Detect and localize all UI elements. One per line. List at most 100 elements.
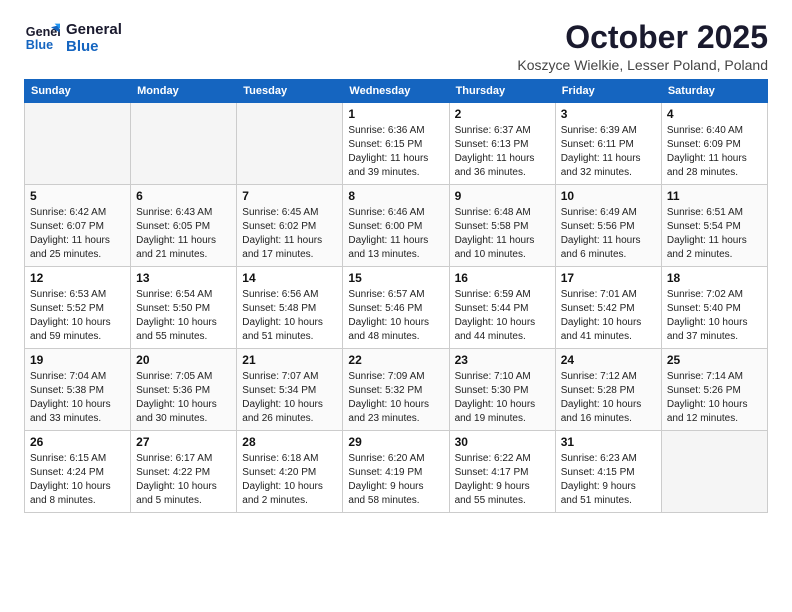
calendar-cell: [237, 103, 343, 185]
day-number: 23: [455, 353, 550, 367]
calendar: SundayMondayTuesdayWednesdayThursdayFrid…: [24, 79, 768, 513]
day-info: Sunrise: 6:43 AMSunset: 6:05 PMDaylight:…: [136, 206, 231, 262]
day-info: Sunrise: 7:10 AMSunset: 5:30 PMDaylight:…: [455, 370, 550, 426]
day-info: Sunrise: 7:05 AMSunset: 5:36 PMDaylight:…: [136, 370, 231, 426]
calendar-cell: 21Sunrise: 7:07 AMSunset: 5:34 PMDayligh…: [237, 349, 343, 431]
logo-line2: Blue: [66, 38, 122, 55]
day-number: 26: [30, 435, 125, 449]
day-number: 27: [136, 435, 231, 449]
day-info: Sunrise: 6:48 AMSunset: 5:58 PMDaylight:…: [455, 206, 550, 262]
week-row-5: 26 Sunrise: 6:15 AMSunset: 4:24 PMDayligh…: [25, 431, 768, 513]
day-number: 7: [242, 189, 337, 203]
day-info: Sunrise: 6:42 AMSunset: 6:07 PMDaylight:…: [30, 206, 125, 262]
day-info: Sunrise: 6:45 AMSunset: 6:02 PMDaylight:…: [242, 206, 337, 262]
weekday-header-row: SundayMondayTuesdayWednesdayThursdayFrid…: [25, 80, 768, 103]
day-number: 16: [455, 271, 550, 285]
calendar-cell: 6 Sunrise: 6:43 AMSunset: 6:05 PMDaylight…: [131, 185, 237, 267]
calendar-cell: 19 Sunrise: 7:04 AMSunset: 5:38 PMDayligh…: [25, 349, 131, 431]
weekday-header-monday: Monday: [131, 80, 237, 103]
day-info: Sunrise: 7:12 AMSunset: 5:28 PMDaylight:…: [561, 370, 656, 426]
day-info: Sunrise: 7:01 AMSunset: 5:42 PMDaylight:…: [561, 288, 656, 344]
calendar-cell: 31 Sunrise: 6:23 AMSunset: 4:15 PMDayligh…: [555, 431, 661, 513]
day-info: Sunrise: 7:02 AMSunset: 5:40 PMDaylight:…: [667, 288, 762, 344]
day-info: Sunrise: 6:56 AMSunset: 5:48 PMDaylight:…: [242, 288, 337, 344]
calendar-cell: [25, 103, 131, 185]
calendar-cell: 5Sunrise: 6:42 AMSunset: 6:07 PMDaylight…: [25, 185, 131, 267]
month-title: October 2025: [517, 20, 768, 55]
day-info: Sunrise: 6:53 AMSunset: 5:52 PMDaylight:…: [30, 288, 125, 344]
weekday-header-sunday: Sunday: [25, 80, 131, 103]
calendar-cell: 16 Sunrise: 6:59 AMSunset: 5:44 PMDayligh…: [449, 267, 555, 349]
calendar-cell: 26 Sunrise: 6:15 AMSunset: 4:24 PMDayligh…: [25, 431, 131, 513]
calendar-cell: 2 Sunrise: 6:37 AMSunset: 6:13 PMDaylight…: [449, 103, 555, 185]
calendar-cell: [131, 103, 237, 185]
day-info: Sunrise: 7:09 AMSunset: 5:32 PMDaylight:…: [348, 370, 443, 426]
day-number: 1: [348, 107, 443, 121]
day-number: 14: [242, 271, 337, 285]
day-number: 19: [30, 353, 125, 367]
calendar-cell: 22Sunrise: 7:09 AMSunset: 5:32 PMDayligh…: [343, 349, 449, 431]
calendar-cell: 9Sunrise: 6:48 AMSunset: 5:58 PMDaylight…: [449, 185, 555, 267]
weekday-header-thursday: Thursday: [449, 80, 555, 103]
calendar-cell: 14 Sunrise: 6:56 AMSunset: 5:48 PMDayligh…: [237, 267, 343, 349]
location-title: Koszyce Wielkie, Lesser Poland, Poland: [517, 57, 768, 73]
day-number: 25: [667, 353, 762, 367]
calendar-cell: 10 Sunrise: 6:49 AMSunset: 5:56 PMDayligh…: [555, 185, 661, 267]
day-number: 10: [561, 189, 656, 203]
logo-icon: General Blue: [24, 20, 60, 56]
day-info: Sunrise: 7:07 AMSunset: 5:34 PMDaylight:…: [242, 370, 337, 426]
day-info: Sunrise: 6:40 AMSunset: 6:09 PMDaylight:…: [667, 124, 762, 180]
day-number: 2: [455, 107, 550, 121]
title-block: October 2025 Koszyce Wielkie, Lesser Pol…: [517, 20, 768, 73]
week-row-1: 1Sunrise: 6:36 AMSunset: 6:15 PMDaylight…: [25, 103, 768, 185]
day-number: 20: [136, 353, 231, 367]
logo: General Blue General Blue: [24, 20, 122, 56]
calendar-cell: 20 Sunrise: 7:05 AMSunset: 5:36 PMDayligh…: [131, 349, 237, 431]
day-info: Sunrise: 6:37 AMSunset: 6:13 PMDaylight:…: [455, 124, 550, 180]
svg-text:Blue: Blue: [26, 38, 53, 52]
day-info: Sunrise: 6:57 AMSunset: 5:46 PMDaylight:…: [348, 288, 443, 344]
calendar-cell: 7 Sunrise: 6:45 AMSunset: 6:02 PMDaylight…: [237, 185, 343, 267]
calendar-cell: 23 Sunrise: 7:10 AMSunset: 5:30 PMDayligh…: [449, 349, 555, 431]
weekday-header-saturday: Saturday: [661, 80, 767, 103]
weekday-header-friday: Friday: [555, 80, 661, 103]
weekday-header-tuesday: Tuesday: [237, 80, 343, 103]
day-info: Sunrise: 6:51 AMSunset: 5:54 PMDaylight:…: [667, 206, 762, 262]
day-number: 3: [561, 107, 656, 121]
day-number: 15: [348, 271, 443, 285]
calendar-cell: 3Sunrise: 6:39 AMSunset: 6:11 PMDaylight…: [555, 103, 661, 185]
day-info: Sunrise: 7:04 AMSunset: 5:38 PMDaylight:…: [30, 370, 125, 426]
calendar-cell: [661, 431, 767, 513]
day-info: Sunrise: 6:49 AMSunset: 5:56 PMDaylight:…: [561, 206, 656, 262]
day-info: Sunrise: 6:46 AMSunset: 6:00 PMDaylight:…: [348, 206, 443, 262]
day-number: 6: [136, 189, 231, 203]
day-info: Sunrise: 6:17 AMSunset: 4:22 PMDaylight:…: [136, 452, 231, 508]
header: General Blue General Blue October 2025 K…: [24, 20, 768, 73]
day-number: 18: [667, 271, 762, 285]
calendar-cell: 17 Sunrise: 7:01 AMSunset: 5:42 PMDayligh…: [555, 267, 661, 349]
day-number: 31: [561, 435, 656, 449]
day-info: Sunrise: 6:22 AMSunset: 4:17 PMDaylight:…: [455, 452, 550, 508]
day-info: Sunrise: 6:18 AMSunset: 4:20 PMDaylight:…: [242, 452, 337, 508]
calendar-cell: 13Sunrise: 6:54 AMSunset: 5:50 PMDayligh…: [131, 267, 237, 349]
day-number: 17: [561, 271, 656, 285]
calendar-cell: 11 Sunrise: 6:51 AMSunset: 5:54 PMDayligh…: [661, 185, 767, 267]
calendar-cell: 28Sunrise: 6:18 AMSunset: 4:20 PMDayligh…: [237, 431, 343, 513]
calendar-cell: 25 Sunrise: 7:14 AMSunset: 5:26 PMDayligh…: [661, 349, 767, 431]
day-info: Sunrise: 6:15 AMSunset: 4:24 PMDaylight:…: [30, 452, 125, 508]
calendar-cell: 18 Sunrise: 7:02 AMSunset: 5:40 PMDayligh…: [661, 267, 767, 349]
day-info: Sunrise: 7:14 AMSunset: 5:26 PMDaylight:…: [667, 370, 762, 426]
day-info: Sunrise: 6:59 AMSunset: 5:44 PMDaylight:…: [455, 288, 550, 344]
weekday-header-wednesday: Wednesday: [343, 80, 449, 103]
day-number: 4: [667, 107, 762, 121]
day-number: 11: [667, 189, 762, 203]
calendar-cell: 1Sunrise: 6:36 AMSunset: 6:15 PMDaylight…: [343, 103, 449, 185]
day-info: Sunrise: 6:20 AMSunset: 4:19 PMDaylight:…: [348, 452, 443, 508]
day-number: 8: [348, 189, 443, 203]
calendar-cell: 29Sunrise: 6:20 AMSunset: 4:19 PMDayligh…: [343, 431, 449, 513]
calendar-cell: 27 Sunrise: 6:17 AMSunset: 4:22 PMDayligh…: [131, 431, 237, 513]
week-row-4: 19 Sunrise: 7:04 AMSunset: 5:38 PMDayligh…: [25, 349, 768, 431]
logo-line1: General: [66, 21, 122, 38]
day-info: Sunrise: 6:23 AMSunset: 4:15 PMDaylight:…: [561, 452, 656, 508]
day-number: 30: [455, 435, 550, 449]
